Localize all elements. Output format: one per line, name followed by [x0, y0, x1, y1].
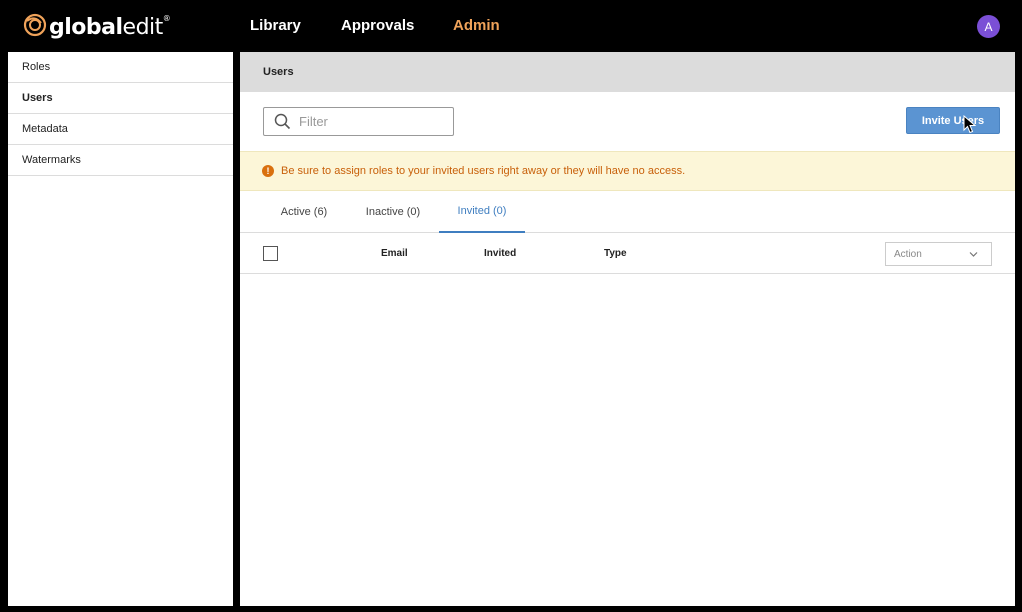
sidebar-item-roles[interactable]: Roles	[8, 52, 233, 83]
warning-icon: !	[262, 165, 274, 177]
alert-text: Be sure to assign roles to your invited …	[281, 165, 686, 177]
sidebar-item-watermarks[interactable]: Watermarks	[8, 145, 233, 176]
top-bar: globaledit® Library Approvals Admin A	[0, 0, 1022, 52]
column-type[interactable]: Type	[604, 248, 627, 259]
mouse-cursor-icon	[963, 115, 977, 134]
select-all-checkbox[interactable]	[263, 246, 278, 261]
nav-approvals[interactable]: Approvals	[341, 17, 414, 34]
alert-banner: ! Be sure to assign roles to your invite…	[240, 151, 1015, 191]
tab-inactive[interactable]: Inactive (0)	[357, 191, 429, 233]
search-icon	[274, 113, 291, 130]
admin-sidebar: Roles Users Metadata Watermarks	[8, 52, 233, 606]
action-dropdown[interactable]: Action	[885, 242, 992, 266]
column-invited[interactable]: Invited	[484, 248, 516, 259]
user-avatar[interactable]: A	[977, 15, 1000, 38]
page-title: Users	[240, 52, 1015, 92]
table-header: Email Invited Type Action	[240, 234, 1015, 274]
globaledit-logo[interactable]: globaledit®	[23, 10, 171, 40]
invite-users-button[interactable]: Invite Users	[906, 107, 1000, 134]
sidebar-item-metadata[interactable]: Metadata	[8, 114, 233, 145]
globaledit-logo-icon	[23, 13, 47, 37]
nav-admin[interactable]: Admin	[453, 17, 500, 34]
tab-invited[interactable]: Invited (0)	[439, 191, 525, 233]
action-dropdown-label: Action	[894, 248, 922, 260]
sidebar-item-users[interactable]: Users	[8, 83, 233, 114]
nav-library[interactable]: Library	[250, 17, 301, 34]
user-status-tabs: Active (6) Inactive (0) Invited (0)	[240, 191, 1015, 233]
tab-active[interactable]: Active (6)	[270, 191, 338, 233]
logo-text: globaledit®	[49, 14, 171, 40]
chevron-down-icon	[969, 252, 978, 257]
column-email[interactable]: Email	[381, 248, 408, 259]
users-panel: Users Invite Users ! Be sure to assign r…	[240, 52, 1015, 606]
filter-field[interactable]	[263, 107, 454, 136]
filter-input[interactable]	[299, 114, 439, 129]
